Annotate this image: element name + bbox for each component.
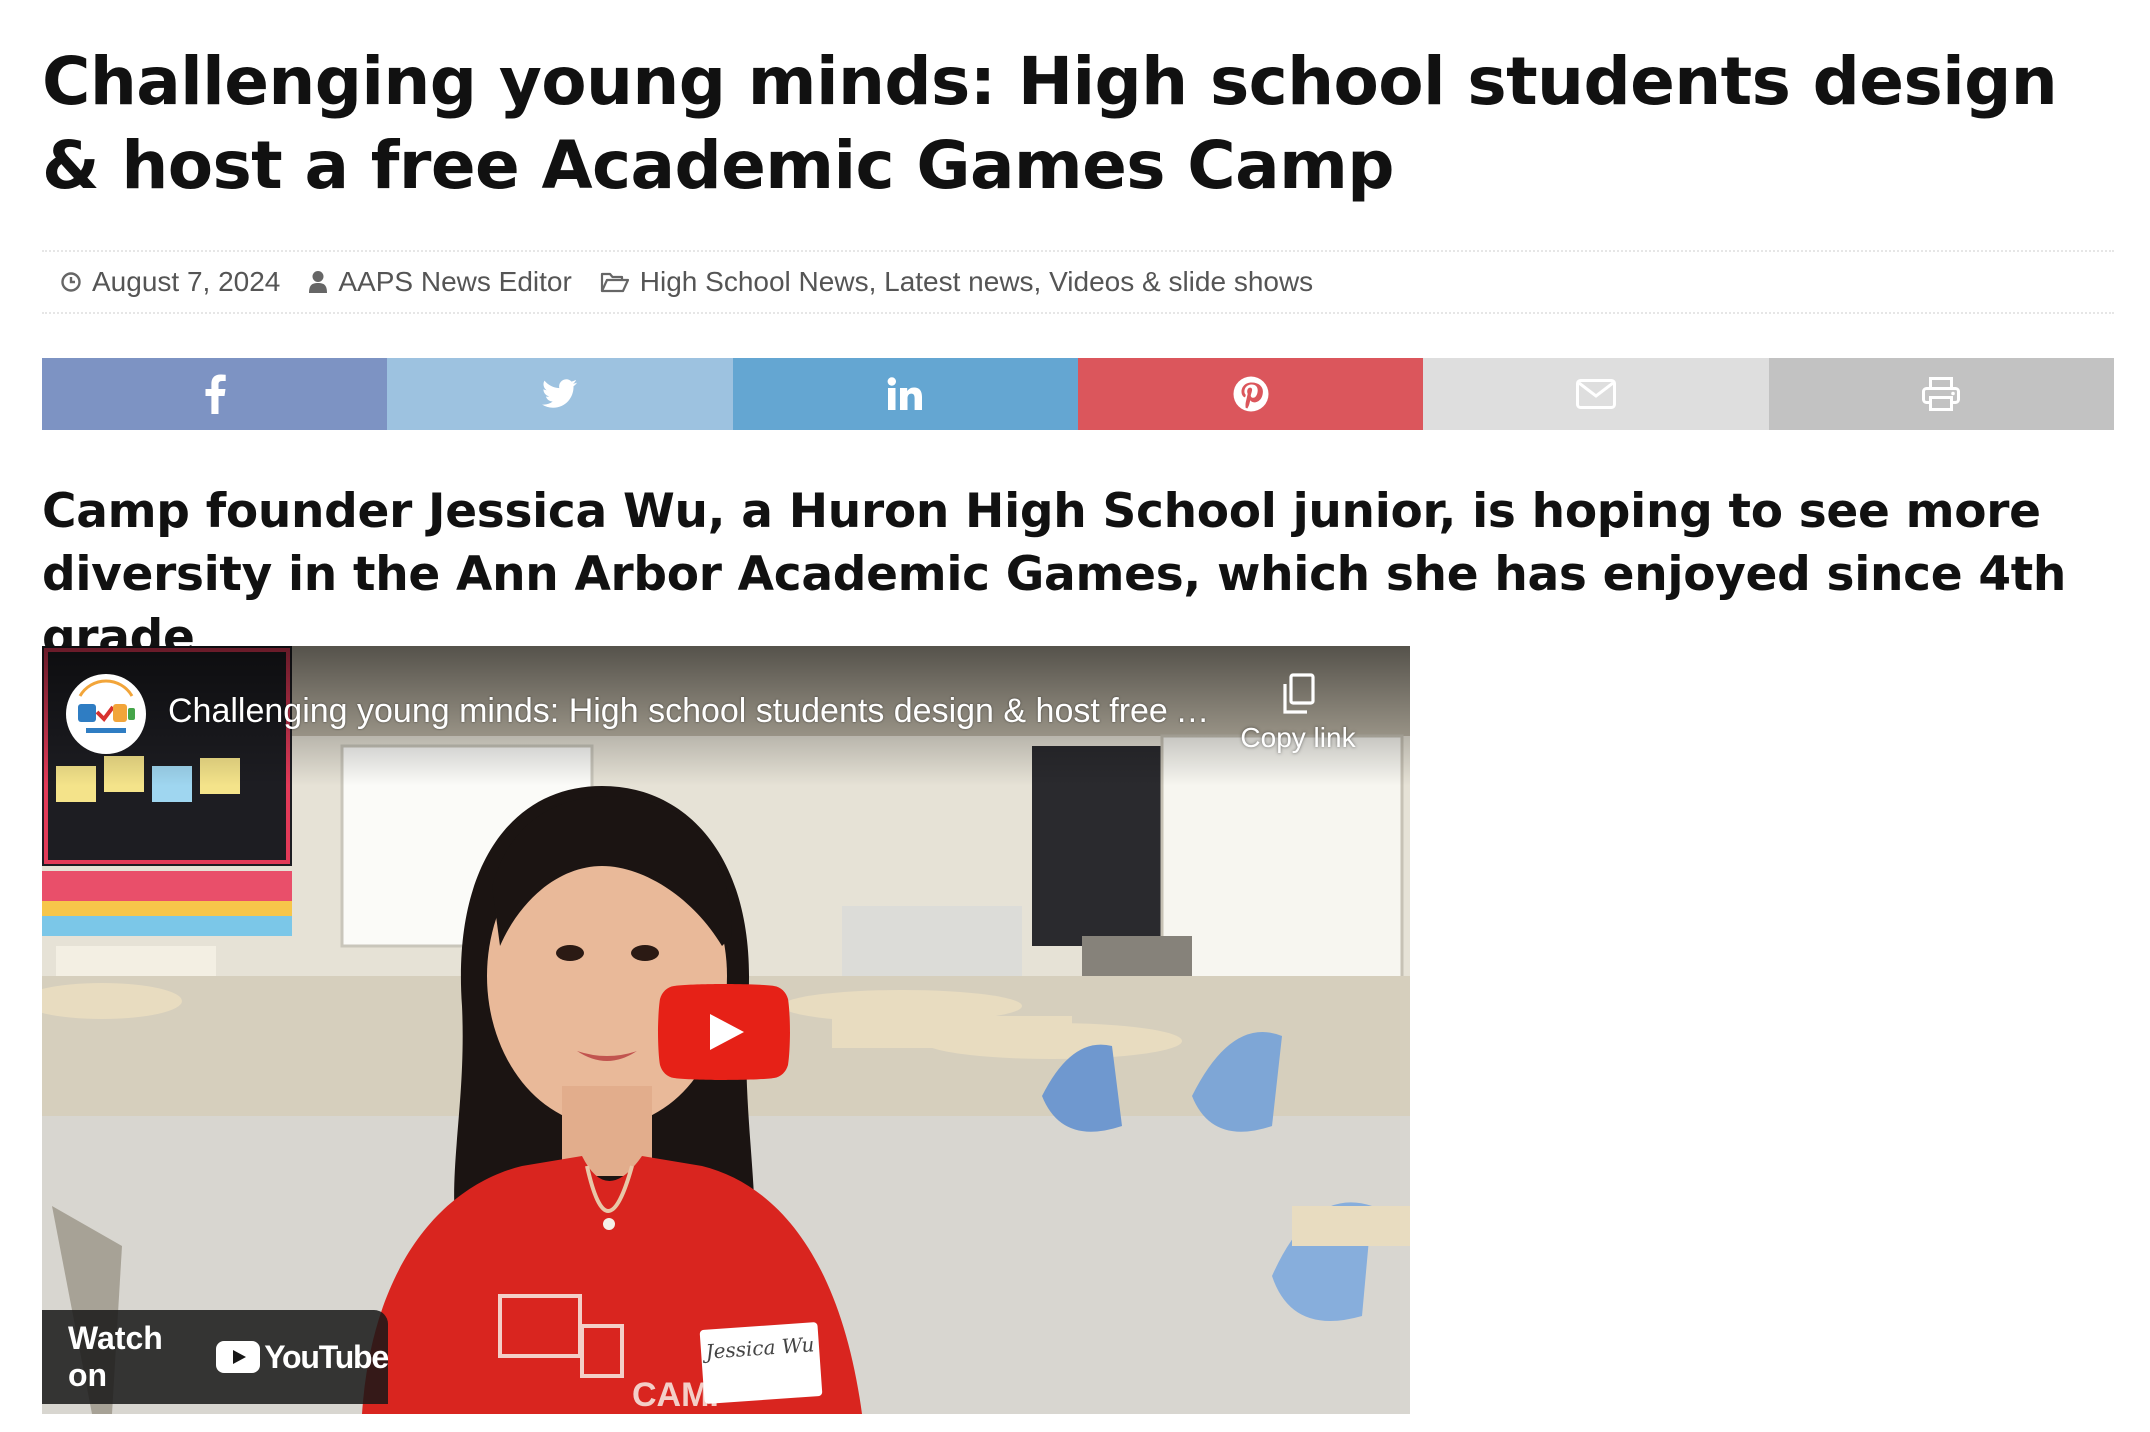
twitter-icon xyxy=(541,379,577,408)
copy-icon xyxy=(1283,673,1315,714)
article-subtitle: Camp founder Jessica Wu, a Huron High Sc… xyxy=(42,484,2067,665)
play-button-icon[interactable] xyxy=(656,984,792,1080)
meta-categories-links[interactable]: High School News, Latest news, Videos & … xyxy=(640,266,1313,298)
meta-author[interactable]: AAPS News Editor xyxy=(308,266,572,298)
envelope-icon xyxy=(1575,379,1616,409)
folder-open-icon xyxy=(600,272,629,293)
user-icon xyxy=(309,271,328,293)
youtube-wordmark: YouTube xyxy=(264,1338,389,1375)
article-body-cutoff xyxy=(42,1416,2114,1432)
video-title[interactable]: Challenging young minds: High school stu… xyxy=(168,692,1218,731)
watch-on-youtube-button[interactable]: Watch on YouTube xyxy=(42,1310,389,1404)
share-facebook-button[interactable] xyxy=(42,358,388,430)
channel-avatar[interactable] xyxy=(66,674,146,754)
share-twitter-button[interactable] xyxy=(387,358,733,430)
facebook-icon xyxy=(205,374,226,414)
share-linkedin-button[interactable] xyxy=(732,358,1078,430)
linkedin-icon xyxy=(887,377,923,410)
meta-date: August 7, 2024 xyxy=(60,266,280,298)
share-print-button[interactable] xyxy=(1768,358,2114,430)
youtube-icon xyxy=(216,1341,261,1373)
article-title: Challenging young minds: High school stu… xyxy=(42,43,2058,204)
meta-date-text: August 7, 2024 xyxy=(92,266,281,297)
printer-icon xyxy=(1922,377,1961,411)
name-tag: Jessica Wu xyxy=(699,1321,823,1405)
share-pinterest-button[interactable] xyxy=(1077,358,1424,430)
watch-on-label: Watch on xyxy=(68,1320,163,1393)
share-email-button[interactable] xyxy=(1423,358,1769,430)
article-meta: August 7, 2024 AAPS News Editor High Sch… xyxy=(42,250,2114,314)
copy-link-button[interactable]: Copy link xyxy=(1238,672,1358,772)
clock-icon xyxy=(61,272,81,292)
pinterest-icon xyxy=(1233,376,1269,412)
meta-author-link[interactable]: AAPS News Editor xyxy=(338,266,571,298)
article-page: Challenging young minds: High school stu… xyxy=(0,0,2150,1432)
youtube-video-embed[interactable]: CAMP Jessica Wu Challenging young minds:… xyxy=(42,646,1410,1414)
copy-link-label: Copy link xyxy=(1240,722,1356,753)
share-bar xyxy=(42,358,2114,430)
meta-categories: High School News, Latest news, Videos & … xyxy=(600,266,1313,298)
youtube-logo: YouTube xyxy=(216,1338,389,1376)
aaps-logo-icon xyxy=(67,675,145,753)
